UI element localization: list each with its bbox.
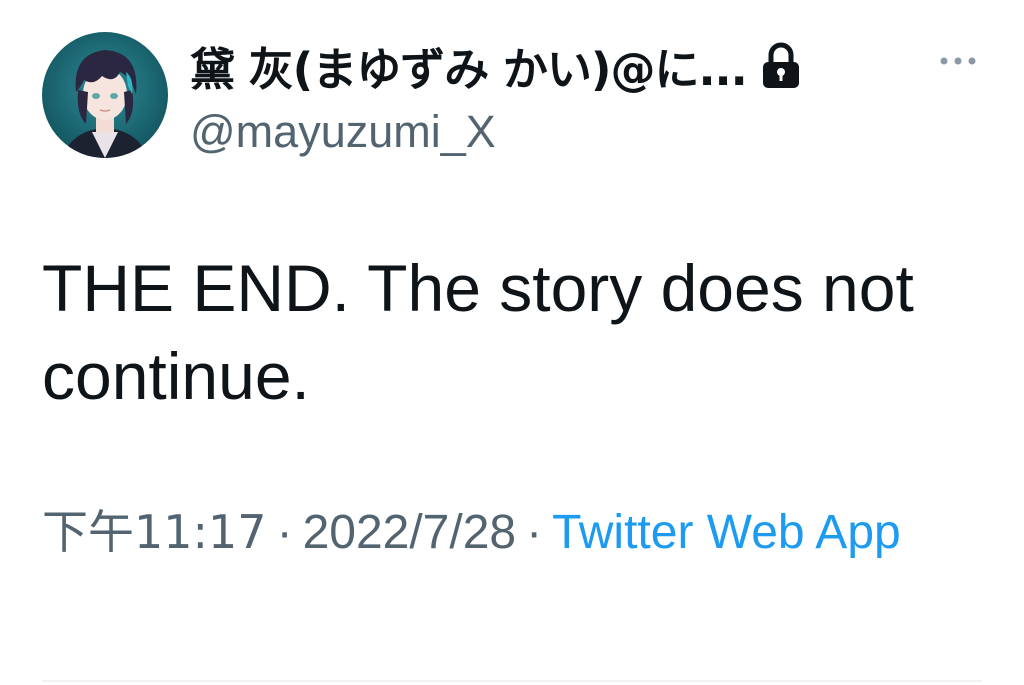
tweet-meta: 下午11:17 · 2022/7/28 · Twitter Web App — [42, 494, 992, 571]
display-name-row: 黛 灰(まゆずみ かい)@に... — [190, 34, 803, 96]
tweet-time[interactable]: 下午11:17 — [42, 505, 267, 559]
lock-icon — [759, 40, 803, 90]
meta-separator: · — [526, 506, 543, 559]
meta-separator: · — [276, 506, 293, 559]
avatar-image — [42, 32, 168, 158]
divider — [42, 680, 982, 682]
display-name[interactable]: 黛 灰(まゆずみ かい)@に... — [190, 33, 748, 98]
avatar[interactable] — [42, 32, 168, 158]
tweet-text: THE END. The story does not continue. — [42, 251, 914, 413]
more-horizontal-icon[interactable] — [936, 46, 980, 76]
tweet-date[interactable]: 2022/7/28 — [303, 506, 517, 559]
tweet-source-link[interactable]: Twitter Web App — [552, 506, 901, 559]
user-handle[interactable]: @mayuzumi_X — [190, 106, 496, 158]
tweet: 黛 灰(まゆずみ かい)@に... @mayuzumi_X THE END. T… — [0, 0, 1024, 685]
